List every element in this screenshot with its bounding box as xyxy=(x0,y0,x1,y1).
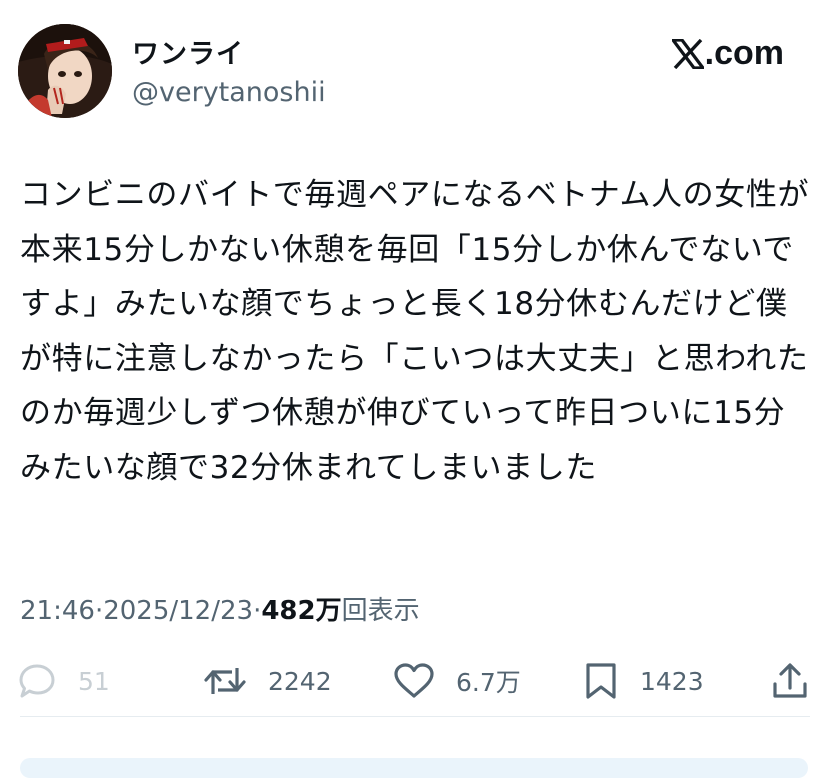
reply-composer-strip[interactable] xyxy=(20,758,808,778)
bookmark-button[interactable]: 1423 xyxy=(584,658,704,704)
x-logo-icon xyxy=(671,38,704,69)
heart-icon xyxy=(394,663,434,698)
site-label: .com xyxy=(704,34,784,72)
user-handle[interactable]: @verytanoshii xyxy=(132,77,326,108)
display-name[interactable]: ワンライ xyxy=(132,32,244,71)
bookmark-count: 1423 xyxy=(640,666,704,696)
repost-icon xyxy=(204,668,246,694)
site-badge: .com xyxy=(671,34,784,73)
share-icon xyxy=(773,663,807,698)
repost-count: 2242 xyxy=(268,666,332,696)
reply-bubble-icon xyxy=(19,664,55,698)
like-button[interactable]: 6.7万 xyxy=(394,658,521,704)
bookmark-icon xyxy=(586,663,616,699)
tweet-time[interactable]: 21:46 xyxy=(20,596,95,626)
meta-separator: · xyxy=(94,596,104,626)
action-bar: 51 2242 6.7万 1423 xyxy=(18,658,810,704)
views-label: 回表示 xyxy=(341,596,420,626)
like-count: 6.7万 xyxy=(456,668,521,697)
avatar-image xyxy=(18,24,112,118)
views-count: 482万 xyxy=(261,596,342,626)
divider xyxy=(20,716,810,717)
tweet-date[interactable]: 2025/12/23 xyxy=(103,596,253,626)
reply-count: 51 xyxy=(78,666,110,696)
share-button[interactable] xyxy=(772,658,828,704)
reply-button[interactable]: 51 xyxy=(18,658,110,704)
avatar[interactable] xyxy=(18,24,112,118)
tweet-meta: 21:46 · 2025/12/23 · 482万 回表示 xyxy=(20,590,420,627)
repost-button[interactable]: 2242 xyxy=(204,658,332,704)
tweet-text: コンビニのバイトで毎週ペアになるベトナム人の女性が本来15分しかない休憩を毎回「… xyxy=(20,177,810,486)
tweet-header: ワンライ @verytanoshii .com xyxy=(18,22,808,122)
meta-separator: · xyxy=(253,596,262,626)
